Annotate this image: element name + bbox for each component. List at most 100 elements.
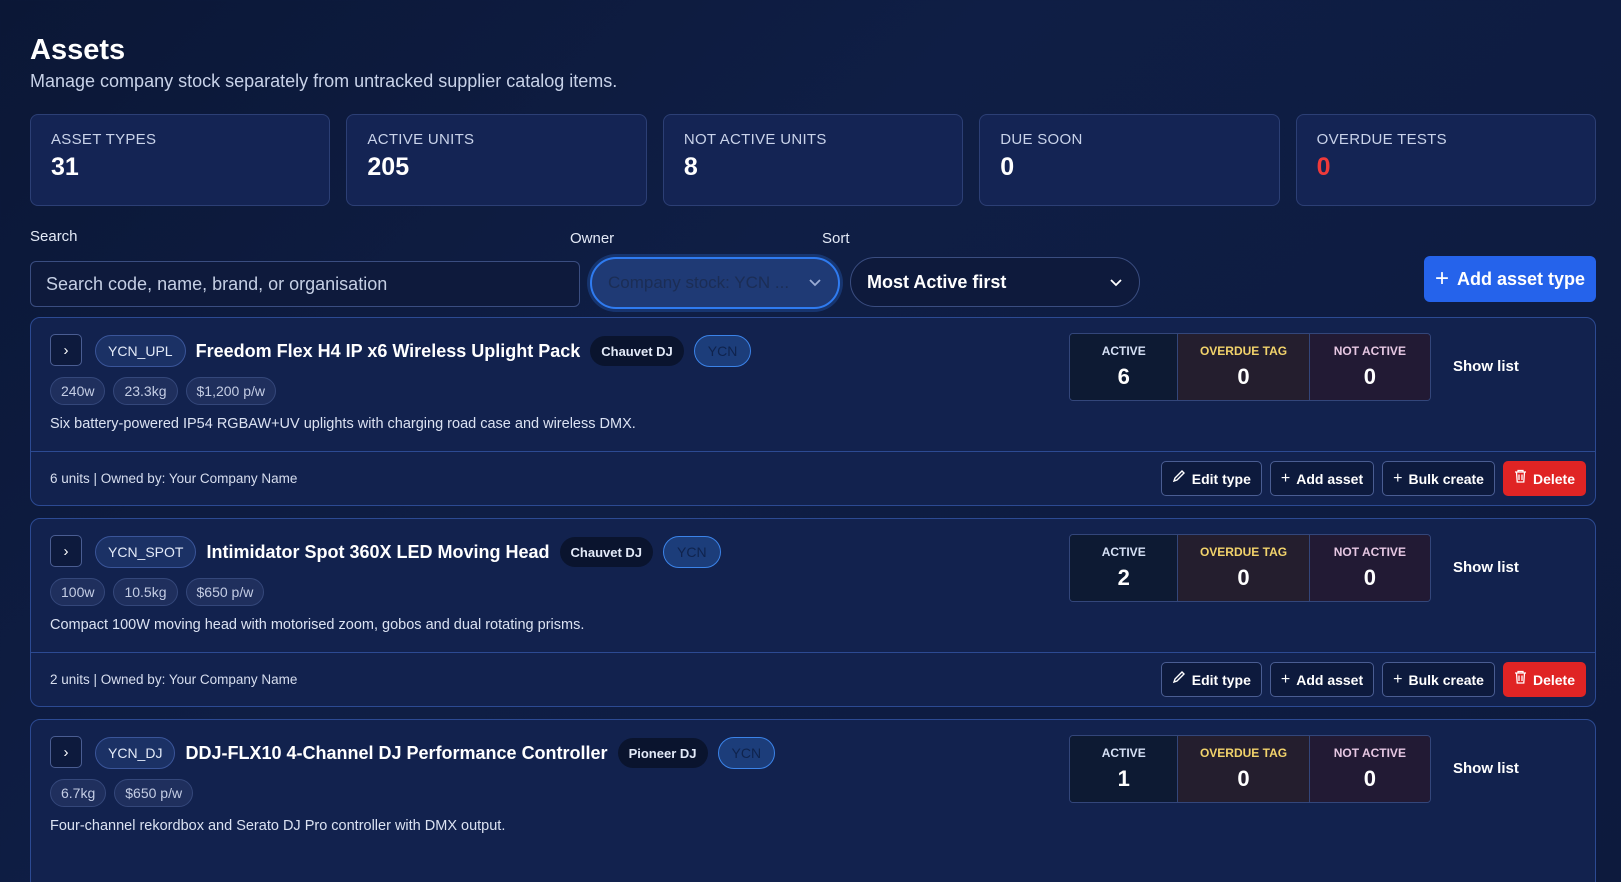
plus-icon: +: [1280, 469, 1291, 487]
search-input[interactable]: [46, 273, 564, 295]
delete-button[interactable]: Delete: [1502, 662, 1586, 697]
stat-value: 0: [1000, 153, 1015, 181]
stat-label: OVERDUE TESTS: [1316, 131, 1447, 148]
status-counts: ACTIVE 1 OVERDUE TAG 0 NOT ACTIVE 0: [1069, 735, 1431, 803]
status-count: 0: [1237, 565, 1250, 590]
units-owner-text: 2 units | Owned by: Your Company Name: [50, 672, 298, 687]
status-not-active: NOT ACTIVE 0: [1308, 535, 1430, 601]
stat-active-units: ACTIVE UNITS 205: [346, 114, 647, 206]
show-list-link[interactable]: Show list: [1453, 760, 1519, 777]
asset-code-badge: YCN_UPL: [95, 335, 186, 367]
owner-label: Owner: [570, 230, 615, 247]
asset-type-card: › YCN_SPOT Intimidator Spot 360X LED Mov…: [30, 518, 1596, 707]
brand-badge: Chauvet DJ: [559, 537, 654, 567]
owner-badge: YCN: [693, 335, 752, 367]
spec-badge: 23.3kg: [113, 377, 178, 405]
status-not-active: NOT ACTIVE 0: [1308, 334, 1430, 400]
status-count: 1: [1117, 766, 1130, 791]
expand-toggle-button[interactable]: ›: [50, 736, 82, 768]
stat-label: ACTIVE UNITS: [367, 131, 475, 148]
page-subtitle: Manage company stock separately from unt…: [30, 71, 618, 91]
stat-value: 205: [367, 153, 410, 181]
status-count: 6: [1117, 364, 1130, 389]
status-overdue-tag: OVERDUE TAG 0: [1177, 535, 1309, 601]
search-label: Search: [30, 228, 78, 245]
add-asset-button[interactable]: + Add asset: [1269, 461, 1375, 496]
expand-toggle-button[interactable]: ›: [50, 535, 82, 567]
spec-badge: $1,200 p/w: [185, 377, 277, 405]
status-label: OVERDUE TAG: [1199, 545, 1288, 559]
edit-type-button[interactable]: Edit type: [1160, 461, 1262, 496]
status-label: ACTIVE: [1101, 545, 1146, 559]
asset-description: Six battery-powered IP54 RGBAW+UV upligh…: [50, 416, 636, 432]
status-count: 0: [1363, 766, 1376, 791]
status-active: ACTIVE 2: [1070, 535, 1178, 601]
status-count: 0: [1363, 364, 1376, 389]
bulk-create-label: Bulk create: [1408, 470, 1484, 487]
status-overdue-tag: OVERDUE TAG 0: [1177, 334, 1309, 400]
chevron-right-icon: ›: [63, 341, 69, 359]
status-active: ACTIVE 6: [1070, 334, 1178, 400]
edit-type-label: Edit type: [1191, 470, 1251, 487]
add-asset-label: Add asset: [1296, 671, 1364, 688]
plus-icon: +: [1434, 265, 1449, 292]
status-label: NOT ACTIVE: [1333, 746, 1406, 760]
edit-type-button[interactable]: Edit type: [1160, 662, 1262, 697]
expand-toggle-button[interactable]: ›: [50, 334, 82, 366]
edit-type-label: Edit type: [1191, 671, 1251, 688]
trash-icon: [1514, 670, 1527, 689]
brand-badge: Chauvet DJ: [590, 336, 684, 366]
status-label: ACTIVE: [1101, 746, 1146, 760]
asset-code-badge: YCN_SPOT: [95, 536, 197, 568]
stat-not-active-units: NOT ACTIVE UNITS 8: [662, 114, 964, 206]
sort-select[interactable]: Most Active first: [850, 257, 1140, 307]
plus-icon: +: [1393, 469, 1403, 487]
delete-button[interactable]: Delete: [1502, 461, 1586, 496]
show-list-link[interactable]: Show list: [1453, 358, 1519, 375]
status-count: 0: [1237, 364, 1250, 389]
brand-badge: Pioneer DJ: [617, 738, 708, 768]
pencil-icon: [1172, 670, 1186, 689]
status-count: 0: [1363, 565, 1376, 590]
pencil-icon: [1172, 469, 1186, 488]
add-asset-type-button[interactable]: + Add asset type: [1424, 256, 1596, 302]
chevron-right-icon: ›: [63, 542, 69, 560]
status-counts: ACTIVE 2 OVERDUE TAG 0 NOT ACTIVE 0: [1069, 534, 1431, 602]
status-label: OVERDUE TAG: [1199, 746, 1288, 760]
add-asset-button[interactable]: + Add asset: [1269, 662, 1375, 697]
status-label: NOT ACTIVE: [1333, 545, 1406, 559]
spec-badge: $650 p/w: [185, 578, 265, 606]
spec-badge: 6.7kg: [50, 779, 107, 807]
sort-select-value: Most Active first: [867, 271, 1007, 292]
card-actions: Edit type + Add asset + Bulk create Dele…: [1160, 461, 1586, 496]
status-active: ACTIVE 1: [1070, 736, 1178, 802]
page-title: Assets: [30, 34, 126, 66]
stat-value: 31: [51, 153, 79, 181]
stat-label: DUE SOON: [1000, 131, 1083, 148]
add-asset-type-label: Add asset type: [1456, 268, 1586, 289]
chevron-down-icon: [1109, 272, 1123, 293]
stat-due-soon: DUE SOON 0: [979, 114, 1280, 206]
stat-label: NOT ACTIVE UNITS: [683, 131, 827, 148]
sort-label: Sort: [822, 230, 850, 247]
bulk-create-button[interactable]: + Bulk create: [1382, 461, 1495, 496]
asset-type-name: Intimidator Spot 360X LED Moving Head: [206, 541, 550, 562]
units-owner-text: 6 units | Owned by: Your Company Name: [50, 471, 298, 486]
spec-badge: $650 p/w: [114, 779, 194, 807]
asset-type-card: › YCN_UPL Freedom Flex H4 IP x6 Wireless…: [30, 317, 1596, 506]
spec-badge: 10.5kg: [113, 578, 178, 606]
plus-icon: +: [1393, 670, 1403, 688]
show-list-link[interactable]: Show list: [1453, 559, 1519, 576]
delete-label: Delete: [1532, 470, 1575, 487]
owner-select[interactable]: Company stock: YCN ...: [590, 257, 840, 309]
plus-icon: +: [1280, 670, 1291, 688]
card-actions: Edit type + Add asset + Bulk create Dele…: [1160, 662, 1586, 697]
owner-badge: YCN: [663, 536, 721, 568]
status-counts: ACTIVE 6 OVERDUE TAG 0 NOT ACTIVE 0: [1069, 333, 1431, 401]
bulk-create-button[interactable]: + Bulk create: [1382, 662, 1495, 697]
spec-badge: 240w: [50, 377, 106, 405]
asset-code-badge: YCN_DJ: [95, 737, 176, 769]
search-field[interactable]: [30, 261, 580, 307]
add-asset-label: Add asset: [1296, 470, 1364, 487]
asset-type-name: DDJ-FLX10 4-Channel DJ Performance Contr…: [185, 742, 608, 763]
